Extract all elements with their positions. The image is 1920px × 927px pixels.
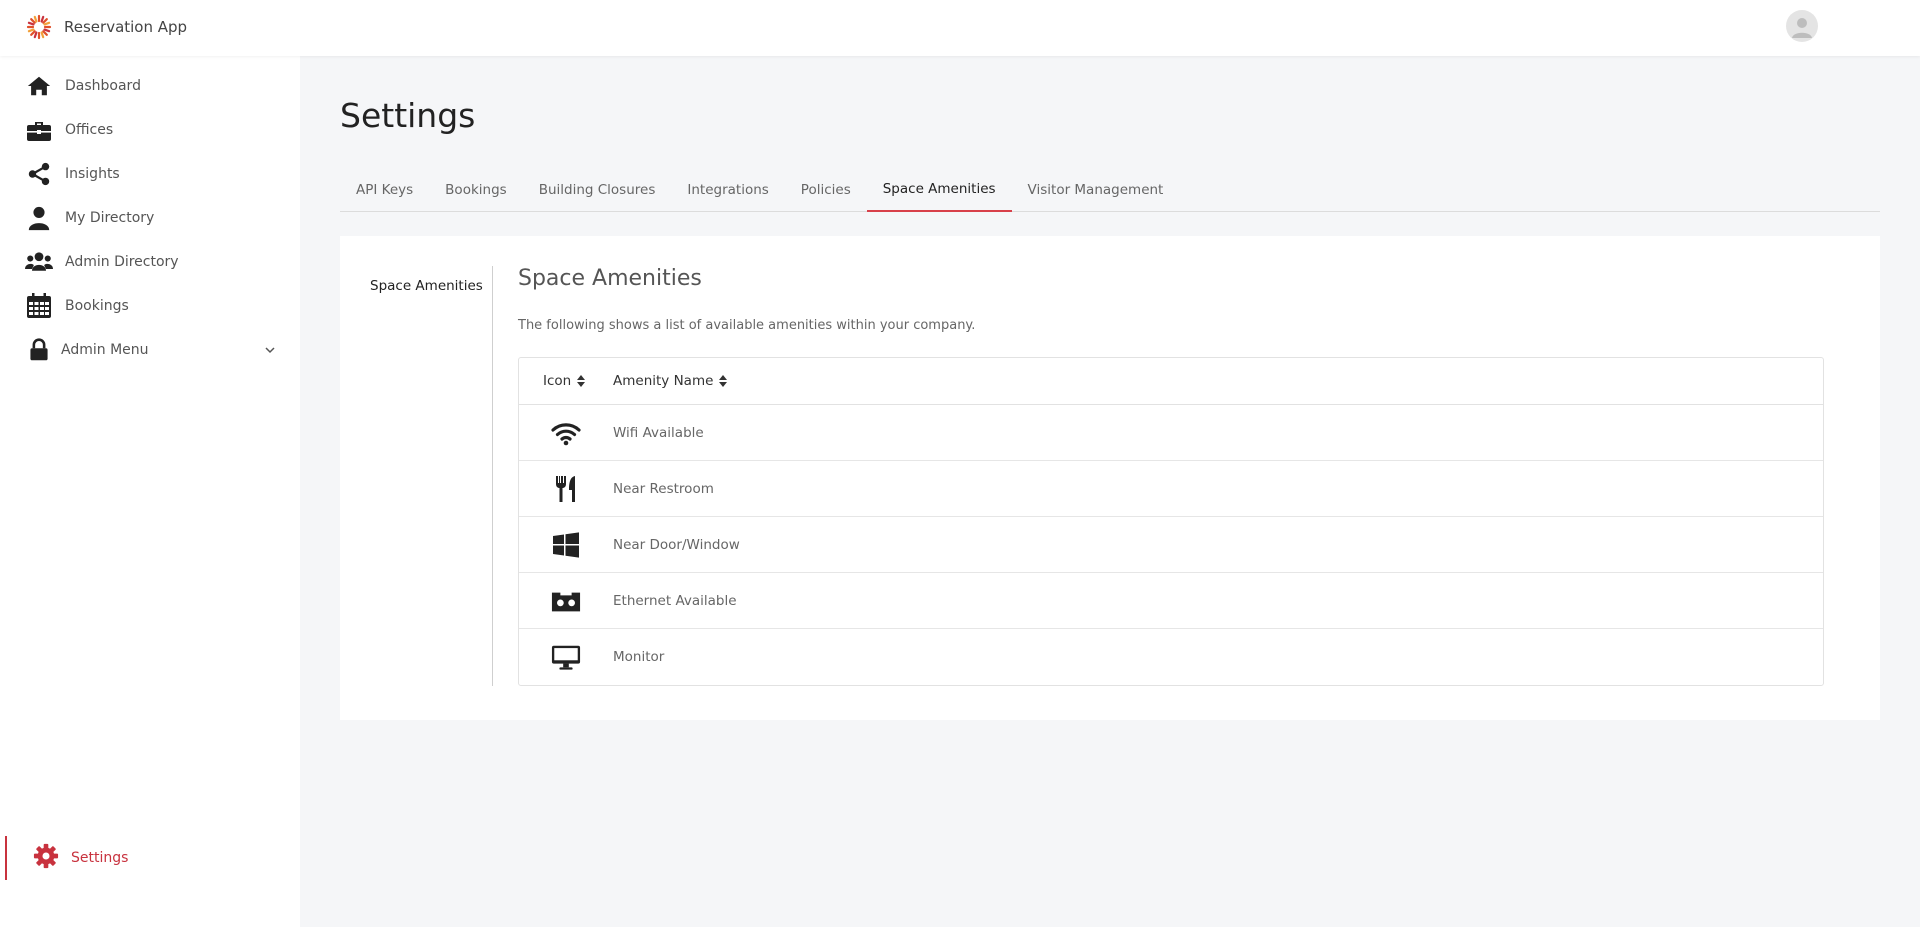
share-icon [25, 160, 53, 188]
amenities-card: Space Amenities Space Amenities The foll… [340, 236, 1880, 720]
amenity-name: Wifi Available [613, 424, 704, 441]
user-avatar-icon [1792, 18, 1812, 38]
table-row[interactable]: Monitor [519, 629, 1823, 685]
sidebar-item-insights[interactable]: Insights [0, 154, 300, 194]
table-header: Icon Amenity Name [519, 358, 1823, 405]
tab-building-closures[interactable]: Building Closures [523, 168, 672, 212]
sidebar-item-settings[interactable]: Settings [5, 836, 300, 880]
amenity-name: Near Restroom [613, 480, 714, 497]
sidebar-item-label: Bookings [65, 298, 129, 314]
table-row[interactable]: Near Door/Window [519, 517, 1823, 573]
sidebar-item-dashboard[interactable]: Dashboard [0, 66, 300, 106]
sidebar-item-label: Admin Directory [65, 254, 179, 270]
sidebar-item-offices[interactable]: Offices [0, 110, 300, 150]
tab-visitor-management[interactable]: Visitor Management [1012, 168, 1180, 212]
brand-logo-icon [26, 14, 52, 40]
app-name: Reservation App [64, 18, 188, 36]
avatar[interactable] [1786, 10, 1818, 42]
top-bar: Reservation App [0, 0, 1920, 56]
page-title: Settings [340, 96, 476, 135]
sidebar-item-label: Admin Menu [61, 342, 149, 358]
section-title: Space Amenities [518, 266, 702, 291]
sort-icon [719, 375, 728, 387]
subnav-space-amenities[interactable]: Space Amenities [370, 278, 483, 294]
sidebar-item-label: Insights [65, 166, 120, 182]
tab-bookings[interactable]: Bookings [429, 168, 523, 212]
sidebar-item-bookings[interactable]: Bookings [0, 286, 300, 326]
column-header-label: Icon [543, 373, 572, 389]
briefcase-icon [25, 116, 53, 144]
wifi-icon [551, 422, 581, 445]
amenity-name: Ethernet Available [613, 592, 737, 609]
settings-tabs: API Keys Bookings Building Closures Inte… [340, 168, 1880, 212]
chevron-down-icon[interactable] [262, 342, 278, 358]
column-header-label: Amenity Name [613, 373, 714, 389]
gear-icon [33, 843, 59, 873]
table-row[interactable]: Wifi Available [519, 405, 1823, 461]
ethernet-icon [551, 592, 581, 611]
section-description: The following shows a list of available … [518, 318, 976, 333]
sidebar-item-label: Settings [71, 850, 129, 866]
sidebar-item-label: My Directory [65, 210, 155, 226]
sidebar-item-my-directory[interactable]: My Directory [0, 198, 300, 238]
sidebar-item-admin-menu[interactable]: Admin Menu [0, 330, 300, 370]
lock-icon [25, 336, 53, 364]
sidebar-item-label: Dashboard [65, 78, 141, 94]
sidebar: Dashboard Offices Insights My Directory … [0, 56, 300, 927]
home-icon [25, 72, 53, 100]
user-icon [25, 204, 53, 232]
sidebar-item-label: Offices [65, 122, 114, 138]
table-row[interactable]: Near Restroom [519, 461, 1823, 517]
sidebar-item-admin-directory[interactable]: Admin Directory [0, 242, 300, 282]
tab-space-amenities[interactable]: Space Amenities [866, 168, 1012, 212]
tab-api-keys[interactable]: API Keys [340, 168, 429, 212]
sort-icon [577, 375, 586, 387]
tab-integrations[interactable]: Integrations [671, 168, 784, 212]
table-row[interactable]: Ethernet Available [519, 573, 1823, 629]
amenity-name: Near Door/Window [613, 536, 740, 553]
column-header-icon[interactable]: Icon [519, 373, 613, 389]
column-header-amenity-name[interactable]: Amenity Name [613, 373, 1823, 389]
tab-policies[interactable]: Policies [785, 168, 867, 212]
utensils-icon [556, 475, 575, 502]
amenities-table: Icon Amenity Name Wifi Available Near Re… [518, 357, 1824, 686]
calendar-icon [25, 292, 53, 320]
windows-icon [553, 531, 579, 558]
brand[interactable]: Reservation App [26, 14, 187, 40]
users-icon [25, 248, 53, 276]
monitor-icon [551, 645, 581, 670]
subnav-divider [492, 266, 493, 686]
amenity-name: Monitor [613, 649, 665, 665]
